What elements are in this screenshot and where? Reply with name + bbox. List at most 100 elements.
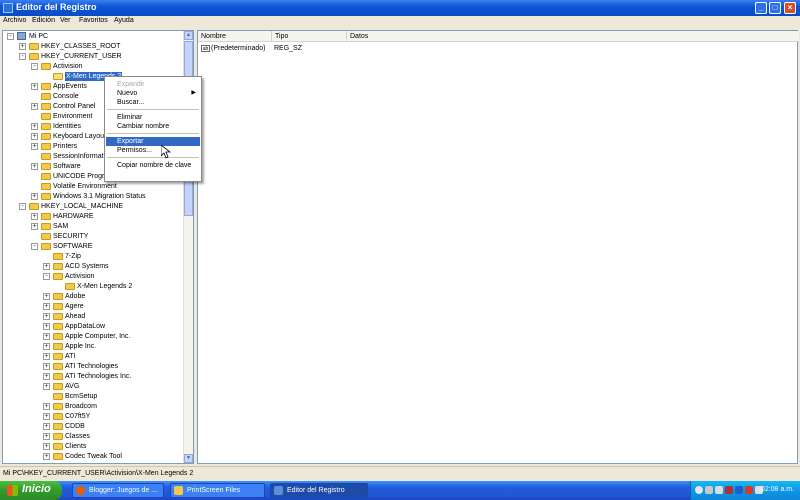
tree-node-label: Windows 3.1 Migration Status <box>53 193 146 200</box>
expand-icon[interactable]: + <box>43 383 50 390</box>
context-menu-item[interactable]: Exportar <box>106 137 200 146</box>
tree-node-label: HARDWARE <box>53 213 94 220</box>
expand-icon[interactable]: + <box>43 403 50 410</box>
folder-icon <box>53 293 63 300</box>
collapse-icon[interactable]: - <box>19 203 26 210</box>
tray-app-icon[interactable] <box>745 486 753 494</box>
collapse-icon[interactable]: - <box>31 63 38 70</box>
folder-icon <box>41 183 51 190</box>
context-menu-label: Expandir <box>117 81 145 88</box>
folder-icon <box>53 453 63 460</box>
menu-separator <box>107 157 199 158</box>
expand-icon[interactable]: + <box>43 423 50 430</box>
tree-node-label: Ahead <box>65 313 86 320</box>
expand-icon[interactable]: + <box>31 83 38 90</box>
context-menu-item[interactable]: Cambiar nombre <box>106 122 200 131</box>
context-menu-label: Buscar... <box>117 99 145 106</box>
tree-node-label: BcmSetup <box>65 393 98 400</box>
expand-icon[interactable]: + <box>43 463 50 464</box>
scroll-down-icon[interactable]: ▼ <box>184 454 193 463</box>
expand-icon[interactable]: + <box>43 323 50 330</box>
tree-node-label: Agere <box>65 303 84 310</box>
expand-icon[interactable]: + <box>43 313 50 320</box>
expand-icon[interactable]: + <box>43 353 50 360</box>
folder-icon <box>53 463 63 464</box>
taskbar-item-blogger[interactable]: Blogger: Juegos de ... <box>72 483 164 498</box>
menu-favoritos[interactable]: Favoritos <box>79 17 108 24</box>
expand-icon[interactable]: + <box>31 163 38 170</box>
context-menu-label: Cambiar nombre <box>117 123 170 130</box>
column-header-tipo[interactable]: Tipo <box>272 31 347 42</box>
start-button[interactable]: Inicio <box>0 481 62 500</box>
folder-icon <box>29 53 39 60</box>
expand-icon[interactable]: + <box>31 223 38 230</box>
tree-node-label: AppDataLow <box>65 323 106 330</box>
expand-icon[interactable]: + <box>43 453 50 460</box>
context-menu-item[interactable]: Nuevo ▶ <box>106 89 200 98</box>
context-menu-item[interactable]: Permisos... <box>106 146 200 155</box>
menu-ayuda[interactable]: Ayuda <box>114 17 134 24</box>
expand-icon[interactable]: + <box>31 143 38 150</box>
expand-icon[interactable]: + <box>43 363 50 370</box>
menu-archivo[interactable]: Archivo <box>3 17 26 24</box>
collapse-icon[interactable]: - <box>43 273 50 280</box>
expand-icon[interactable]: + <box>43 433 50 440</box>
tree-node-label: Mi PC <box>29 33 49 40</box>
expand-icon[interactable]: + <box>31 103 38 110</box>
context-menu-item[interactable]: Copiar nombre de clave <box>106 161 200 170</box>
expand-icon[interactable]: + <box>43 413 50 420</box>
taskbar-item-printscreen[interactable]: PrintScreen Files <box>170 483 265 498</box>
taskbar-item-regedit[interactable]: Editor del Registro <box>270 483 368 498</box>
tray-app-icon[interactable] <box>695 486 703 494</box>
tree-node-label: Apple Inc. <box>65 343 97 350</box>
folder-icon <box>41 163 51 170</box>
expand-icon[interactable]: + <box>43 333 50 340</box>
collapse-icon[interactable]: - <box>7 33 14 40</box>
taskbar: Inicio Blogger: Juegos de ... PrintScree… <box>0 481 800 500</box>
value-row[interactable]: ab (Predeterminado) REG_SZ <box>201 44 302 53</box>
maximize-button[interactable]: □ <box>769 2 781 14</box>
taskbar-item-label: Editor del Registro <box>287 487 345 494</box>
expand-icon[interactable]: + <box>43 303 50 310</box>
expand-icon[interactable]: + <box>43 373 50 380</box>
taskbar-item-label: Blogger: Juegos de ... <box>89 487 158 494</box>
expand-icon[interactable]: + <box>43 293 50 300</box>
menu-ver[interactable]: Ver <box>60 17 71 24</box>
context-menu-item[interactable]: Eliminar <box>106 113 200 122</box>
context-menu-item[interactable]: Buscar... <box>106 98 200 107</box>
expand-icon[interactable]: + <box>43 443 50 450</box>
regedit-icon <box>274 486 283 495</box>
expand-icon[interactable]: + <box>43 343 50 350</box>
minimize-button[interactable]: _ <box>755 2 767 14</box>
tree-node-label: Classes <box>65 433 90 440</box>
tree-node-label: ACD Systems <box>65 263 109 270</box>
column-header-datos[interactable]: Datos <box>347 31 799 42</box>
tray-app-icon[interactable] <box>715 486 723 494</box>
folder-icon <box>53 423 63 430</box>
folder-icon <box>53 273 63 280</box>
firefox-icon <box>76 486 85 495</box>
folder-icon <box>29 203 39 210</box>
tree-node-label: AppEvents <box>53 83 87 90</box>
folder-icon <box>53 433 63 440</box>
tray-app-icon[interactable] <box>725 486 733 494</box>
scroll-up-icon[interactable]: ▲ <box>184 31 193 40</box>
expand-icon[interactable]: + <box>43 263 50 270</box>
tray-app-icon[interactable] <box>705 486 713 494</box>
expand-icon[interactable]: + <box>31 213 38 220</box>
collapse-icon[interactable]: - <box>31 243 38 250</box>
bluetooth-icon[interactable] <box>735 486 743 494</box>
folder-icon <box>41 243 51 250</box>
menu-edicion[interactable]: Edición <box>32 17 55 24</box>
expand-icon[interactable]: + <box>31 123 38 130</box>
column-header-nombre[interactable]: Nombre <box>198 31 272 42</box>
context-menu-label: Eliminar <box>117 114 143 121</box>
expand-icon[interactable]: + <box>31 133 38 140</box>
folder-icon <box>53 353 63 360</box>
expand-icon[interactable]: + <box>31 193 38 200</box>
collapse-icon[interactable]: - <box>19 53 26 60</box>
tree-node-label: SAM <box>53 223 69 230</box>
folder-icon <box>41 63 51 70</box>
close-button[interactable]: × <box>784 2 796 14</box>
expand-icon[interactable]: + <box>19 43 26 50</box>
